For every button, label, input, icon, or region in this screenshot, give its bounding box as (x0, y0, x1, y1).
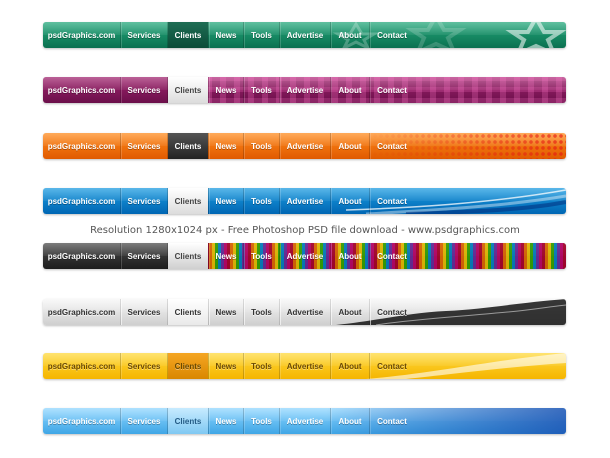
nav-services[interactable]: Services (121, 188, 167, 214)
nav-advertise[interactable]: Advertise (280, 133, 330, 159)
nav-clients[interactable]: Clients (168, 408, 208, 434)
nav-news[interactable]: News (209, 408, 243, 434)
nav-advertise[interactable]: Advertise (280, 77, 330, 103)
navbar-dark: psdGraphics.com Services Clients News To… (43, 243, 566, 269)
nav-clients[interactable]: Clients (168, 243, 208, 269)
nav-about[interactable]: About (331, 22, 369, 48)
nav-contact[interactable]: Contact (370, 188, 414, 214)
nav-clients[interactable]: Clients (168, 188, 208, 214)
nav-advertise[interactable]: Advertise (280, 243, 330, 269)
nav-about[interactable]: About (331, 353, 369, 379)
nav-about[interactable]: About (331, 77, 369, 103)
brand-link[interactable]: psdGraphics.com (43, 133, 120, 159)
brand-link[interactable]: psdGraphics.com (43, 353, 120, 379)
nav-advertise[interactable]: Advertise (280, 299, 330, 325)
nav-tools[interactable]: Tools (244, 133, 279, 159)
nav-about[interactable]: About (331, 188, 369, 214)
navbar-magenta: psdGraphics.com Services Clients News To… (43, 77, 566, 103)
navbar-orange: psdGraphics.com Services Clients News To… (43, 133, 566, 159)
nav-advertise[interactable]: Advertise (280, 408, 330, 434)
nav-tools[interactable]: Tools (244, 299, 279, 325)
nav-contact[interactable]: Contact (370, 243, 414, 269)
brand-link[interactable]: psdGraphics.com (43, 22, 120, 48)
nav-clients[interactable]: Clients (168, 77, 208, 103)
nav-news[interactable]: News (209, 243, 243, 269)
navbar-blue: psdGraphics.com Services Clients News To… (43, 188, 566, 214)
nav-contact[interactable]: Contact (370, 22, 414, 48)
nav-news[interactable]: News (209, 77, 243, 103)
nav-about[interactable]: About (331, 243, 369, 269)
brand-link[interactable]: psdGraphics.com (43, 188, 120, 214)
nav-tools[interactable]: Tools (244, 353, 279, 379)
nav-services[interactable]: Services (121, 353, 167, 379)
nav-services[interactable]: Services (121, 77, 167, 103)
navbar-silver: psdGraphics.com Services Clients News To… (43, 299, 566, 325)
nav-services[interactable]: Services (121, 243, 167, 269)
nav-clients[interactable]: Clients (168, 353, 208, 379)
nav-clients[interactable]: Clients (168, 299, 208, 325)
nav-tools[interactable]: Tools (244, 243, 279, 269)
nav-advertise[interactable]: Advertise (280, 188, 330, 214)
nav-services[interactable]: Services (121, 299, 167, 325)
brand-link[interactable]: psdGraphics.com (43, 77, 120, 103)
nav-about[interactable]: About (331, 133, 369, 159)
nav-about[interactable]: About (331, 408, 369, 434)
nav-news[interactable]: News (209, 188, 243, 214)
nav-news[interactable]: News (209, 22, 243, 48)
brand-link[interactable]: psdGraphics.com (43, 299, 120, 325)
nav-tools[interactable]: Tools (244, 408, 279, 434)
brand-link[interactable]: psdGraphics.com (43, 408, 120, 434)
nav-about[interactable]: About (331, 299, 369, 325)
nav-services[interactable]: Services (121, 408, 167, 434)
navbar-green: psdGraphics.com Services Clients News To… (43, 22, 566, 48)
nav-tools[interactable]: Tools (244, 22, 279, 48)
nav-clients[interactable]: Clients (168, 133, 208, 159)
brand-link[interactable]: psdGraphics.com (43, 243, 120, 269)
nav-advertise[interactable]: Advertise (280, 22, 330, 48)
nav-contact[interactable]: Contact (370, 408, 414, 434)
navbar-yellow: psdGraphics.com Services Clients News To… (43, 353, 566, 379)
nav-news[interactable]: News (209, 353, 243, 379)
caption-text: Resolution 1280x1024 px - Free Photoshop… (90, 225, 520, 236)
nav-services[interactable]: Services (121, 133, 167, 159)
nav-contact[interactable]: Contact (370, 77, 414, 103)
nav-news[interactable]: News (209, 133, 243, 159)
nav-tools[interactable]: Tools (244, 77, 279, 103)
nav-contact[interactable]: Contact (370, 299, 414, 325)
navbar-lightblue: psdGraphics.com Services Clients News To… (43, 408, 566, 434)
nav-news[interactable]: News (209, 299, 243, 325)
nav-services[interactable]: Services (121, 22, 167, 48)
nav-advertise[interactable]: Advertise (280, 353, 330, 379)
nav-contact[interactable]: Contact (370, 133, 414, 159)
nav-clients[interactable]: Clients (168, 22, 208, 48)
nav-contact[interactable]: Contact (370, 353, 414, 379)
nav-tools[interactable]: Tools (244, 188, 279, 214)
